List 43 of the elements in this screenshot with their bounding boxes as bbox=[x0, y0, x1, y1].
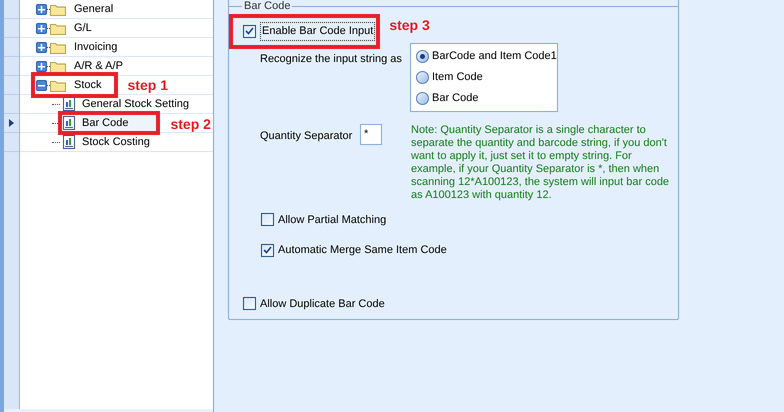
radio-label: Item Code bbox=[432, 70, 483, 86]
note-text: Note: Quantity Separator is a single character to separate the quantity and barcode string, if you don't want to apply it, just set it to empty string. For example, if your Quantity Separator is *, then when scanning 12*A100123, the system will input bar code as A100123 with quantity 12. bbox=[411, 124, 670, 202]
tree-item[interactable]: General bbox=[72, 0, 128, 18]
checked-checkbox[interactable] bbox=[243, 24, 256, 38]
field-label: Recognize the input string as bbox=[260, 52, 403, 66]
document-chart-icon bbox=[62, 116, 76, 130]
radio-button[interactable] bbox=[416, 50, 429, 63]
step-label: step 2 bbox=[170, 115, 211, 134]
expand-icon[interactable] bbox=[36, 22, 47, 34]
radio-button[interactable] bbox=[416, 92, 429, 105]
checkbox-label: Allow Duplicate Bar Code bbox=[260, 296, 385, 312]
folder-icon bbox=[50, 78, 66, 92]
checkbox-label: Enable Bar Code Input bbox=[260, 22, 376, 40]
tree-item[interactable]: Stock bbox=[72, 76, 116, 94]
expand-icon[interactable] bbox=[36, 42, 47, 52]
tree-item[interactable]: Invoicing bbox=[72, 38, 132, 56]
step-label: step 1 bbox=[128, 76, 168, 95]
field-label: Quantity Separator bbox=[260, 128, 354, 144]
radio-label: BarCode and Item Code1 bbox=[432, 49, 557, 64]
radio-button[interactable] bbox=[416, 71, 429, 84]
tree-item[interactable]: Stock Costing bbox=[80, 134, 154, 150]
expand-icon[interactable] bbox=[36, 4, 47, 14]
tree-item[interactable]: G/L bbox=[72, 20, 106, 36]
separator-input[interactable]: * bbox=[360, 124, 382, 144]
document-chart-icon bbox=[62, 97, 76, 111]
tree-item[interactable]: Bar Code bbox=[80, 114, 156, 132]
collapse-icon[interactable] bbox=[36, 80, 47, 90]
checked-checkbox[interactable] bbox=[261, 244, 274, 257]
expand-icon[interactable] bbox=[36, 60, 47, 72]
folder-icon bbox=[50, 2, 66, 16]
step-label: step 3 bbox=[389, 16, 430, 35]
tree-item[interactable]: A/R & A/P bbox=[72, 58, 137, 74]
checkbox-label: Allow Partial Matching bbox=[278, 212, 386, 228]
group-title: Bar Code bbox=[243, 0, 292, 14]
checkbox[interactable] bbox=[261, 213, 274, 226]
folder-icon bbox=[50, 22, 66, 34]
folder-icon bbox=[50, 60, 66, 72]
checkbox-label: Automatic Merge Same Item Code bbox=[278, 243, 447, 258]
checkbox[interactable] bbox=[243, 297, 256, 310]
radio-label: Bar Code bbox=[432, 91, 478, 106]
folder-icon bbox=[50, 40, 66, 54]
tree-item[interactable]: General Stock Setting bbox=[80, 96, 194, 112]
document-chart-icon bbox=[62, 135, 76, 149]
